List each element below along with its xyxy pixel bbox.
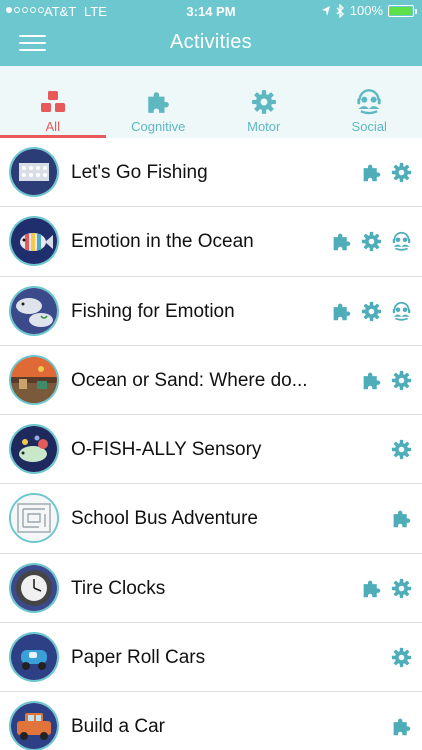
activity-thumbnail	[9, 493, 59, 544]
activity-row[interactable]: Paper Roll Cars	[0, 623, 422, 693]
status-bar: AT&T LTE 3:14 PM 100%	[0, 0, 422, 22]
activity-thumbnail	[9, 632, 59, 683]
location-arrow-icon	[321, 5, 330, 16]
gear-icon	[391, 440, 412, 460]
activity-category-icons	[361, 578, 412, 599]
activity-title: Paper Roll Cars	[71, 647, 206, 669]
people-icon	[392, 232, 411, 251]
battery-fill	[390, 6, 412, 15]
people-icon	[392, 301, 411, 321]
gear-icon	[391, 370, 412, 391]
people-icon	[355, 89, 383, 115]
activity-row[interactable]: Emotion in the Ocean	[0, 207, 422, 277]
activity-thumbnail	[9, 147, 59, 197]
puzzle-icon	[393, 719, 411, 736]
activity-title: Emotion in the Ocean	[71, 231, 254, 253]
tab-label: Cognitive	[131, 119, 186, 134]
gear-icon	[391, 578, 412, 598]
activity-row[interactable]: Tire Clocks	[0, 553, 422, 624]
activity-title: Fishing for Emotion	[71, 300, 235, 322]
tab-label: All	[45, 119, 60, 134]
activity-category-icons	[391, 508, 412, 529]
page-title: Activities	[170, 31, 252, 53]
activity-title: Ocean or Sand: Where do...	[71, 369, 308, 391]
activity-row[interactable]: Let's Go Fishing	[0, 138, 422, 208]
activity-category-icons	[331, 301, 412, 322]
bluetooth-icon	[336, 3, 344, 18]
activity-row[interactable]: Ocean or Sand: Where do...	[0, 345, 422, 416]
activity-category-icons	[391, 647, 412, 668]
gear-icon	[391, 162, 412, 183]
puzzle-icon	[333, 303, 351, 320]
activity-row[interactable]: O-FISH-ALLY Sensory	[0, 415, 422, 485]
tab-social[interactable]: Social	[317, 66, 422, 138]
tab-label: Motor	[247, 119, 281, 134]
activity-thumbnail	[9, 216, 59, 267]
activity-list: Let's Go Fishing Emotion in the Ocean Fi…	[0, 138, 422, 750]
gear-icon	[251, 89, 277, 115]
gear-icon	[361, 232, 382, 252]
battery-cap	[415, 8, 417, 14]
puzzle-icon	[145, 89, 171, 115]
tab-all[interactable]: All	[0, 66, 106, 138]
tab-cognitive[interactable]: Cognitive	[106, 66, 212, 138]
top-bar: AT&T LTE 3:14 PM 100% Activities	[0, 0, 422, 66]
activity-row[interactable]: Build a Car	[0, 692, 422, 750]
activity-category-icons	[361, 162, 412, 183]
activity-thumbnail	[9, 285, 59, 336]
puzzle-icon	[363, 372, 381, 390]
battery-icon	[388, 4, 417, 17]
activity-category-icons	[391, 439, 412, 460]
tab-motor[interactable]: Motor	[211, 66, 317, 138]
blocks-icon	[40, 89, 66, 115]
tab-label: Social	[351, 119, 387, 134]
activity-title: Tire Clocks	[71, 577, 166, 599]
activity-category-icons	[361, 370, 412, 391]
activity-category-icons	[391, 716, 412, 737]
gear-icon	[391, 647, 412, 668]
category-tabs: All Cognitive Motor Social	[0, 66, 422, 138]
puzzle-icon	[363, 164, 381, 182]
puzzle-icon	[393, 511, 411, 528]
activity-thumbnail	[9, 701, 59, 750]
activity-title: O-FISH-ALLY Sensory	[71, 439, 262, 461]
activity-category-icons	[331, 231, 412, 252]
activity-title: Let's Go Fishing	[71, 162, 208, 183]
activity-thumbnail	[9, 562, 59, 613]
activity-title: Build a Car	[71, 716, 165, 738]
activity-row[interactable]: Fishing for Emotion	[0, 276, 422, 346]
activity-row[interactable]: School Bus Adventure	[0, 484, 422, 554]
puzzle-icon	[333, 233, 351, 251]
puzzle-icon	[363, 580, 381, 598]
battery-percent: 100%	[349, 3, 383, 18]
activity-title: School Bus Adventure	[71, 508, 258, 530]
activity-thumbnail	[9, 424, 59, 475]
status-right: 100%	[321, 3, 417, 18]
gear-icon	[361, 301, 382, 321]
activity-thumbnail	[9, 354, 59, 405]
